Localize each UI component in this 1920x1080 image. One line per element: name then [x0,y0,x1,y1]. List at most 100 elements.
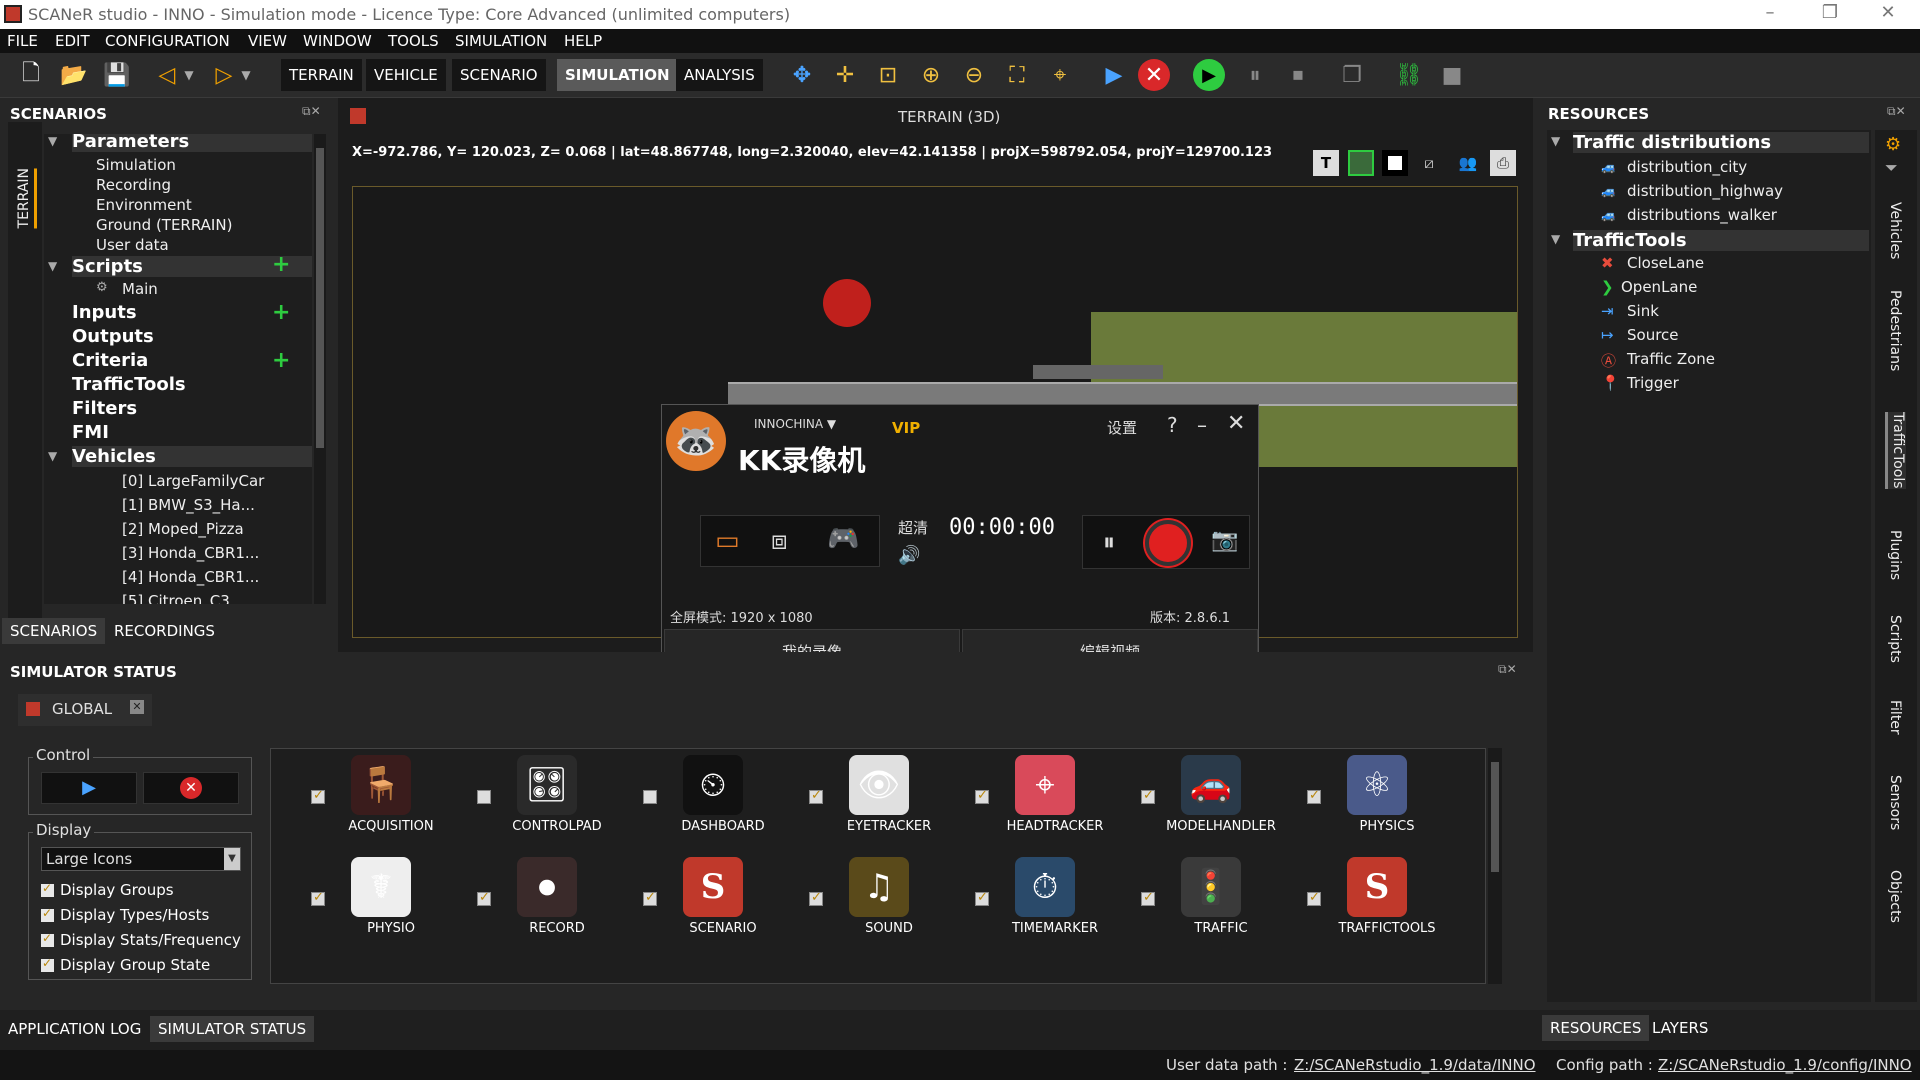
tree-vehicle-3[interactable]: [3] Honda_CBR1... [122,544,259,562]
module-sound[interactable]: ♫ SOUND [809,857,969,957]
module-record[interactable]: ⏺ RECORD [477,857,637,957]
panel-float-icon[interactable]: ⧉✕ [302,104,321,119]
forward-dropdown-icon[interactable]: ▼ [237,57,255,93]
tree-script-main[interactable]: Main [122,280,158,298]
tree-sink[interactable]: Sink [1627,302,1659,320]
module-traffictools[interactable]: S TRAFFICTOOLS [1307,857,1467,957]
tree-inputs[interactable]: Inputs [72,302,137,323]
tree-traffic-distributions[interactable]: Traffic distributions [1573,132,1869,153]
module-controlpad[interactable]: 🎛 CONTROLPAD [477,755,637,855]
side-tab-objects[interactable]: Objects [1887,870,1903,923]
game-mode-icon[interactable]: 🎮 [827,524,859,554]
white-square-icon[interactable] [1382,150,1408,176]
module-traffic[interactable]: 🚦 TRAFFIC [1141,857,1301,957]
record-button[interactable] [1145,520,1191,566]
volume-icon[interactable]: 🔊 [898,545,920,566]
display-mode-select[interactable]: Large Icons ▼ [41,847,241,871]
expand-icon[interactable]: ▼ [48,449,57,463]
panel-float-icon[interactable]: ⧉✕ [1498,662,1517,677]
tree-criteria[interactable]: Criteria [72,350,148,371]
tree-vehicles[interactable]: Vehicles [72,446,312,467]
panel-float-icon[interactable]: ⧉✕ [1887,104,1906,119]
tree-trigger[interactable]: Trigger [1627,374,1679,392]
open-folder-icon[interactable]: 📂 [55,57,93,93]
tree-distributions-walker[interactable]: distributions_walker [1627,206,1777,224]
fullscreen-mode-icon[interactable]: ▭ [715,526,740,556]
save-icon[interactable]: 💾 [98,57,136,93]
tree-recording[interactable]: Recording [96,176,171,194]
kk-settings-button[interactable]: 设置 [1107,417,1137,438]
zoom-in-icon[interactable]: ⊕ [912,57,950,93]
module-physio[interactable]: ☤ PHYSIO [311,857,471,957]
menu-file[interactable]: FILE [7,32,38,50]
tree-distribution-city[interactable]: distribution_city [1627,158,1747,176]
play-blue-icon[interactable]: ▶ [1095,57,1133,93]
module-checkbox[interactable] [477,890,491,906]
mode-terrain-button[interactable]: TERRAIN [281,59,362,91]
funnel-icon[interactable]: ⏷ [1885,158,1898,178]
zoom-extent-icon[interactable]: ⛶ [998,57,1036,93]
move-icon[interactable]: ✛ [826,57,864,93]
kk-brand[interactable]: INNOCHINA ▼ [754,417,836,431]
module-checkbox[interactable] [809,890,823,906]
mode-simulation-button[interactable]: SIMULATION [557,59,678,91]
side-tab-pedestrians[interactable]: Pedestrians [1887,290,1903,371]
stop-icon[interactable]: ⏹ [1279,57,1317,93]
display-types-checkbox[interactable]: Display Types/Hosts [41,906,209,924]
tree-openlane[interactable]: OpenLane [1621,278,1697,296]
side-tab-traffictools[interactable]: TrafficTools [1885,412,1906,489]
expand-icon[interactable]: ▼ [1551,134,1560,148]
mode-scenario-button[interactable]: SCENARIO [452,59,546,91]
menu-window[interactable]: WINDOW [303,32,372,50]
tree-user-data[interactable]: User data [96,236,169,254]
tree-parameters[interactable]: Parameters [72,134,312,152]
close-icon[interactable]: ✕ [1868,2,1908,23]
module-modelhandler[interactable]: 🚗 MODELHANDLER [1141,755,1301,855]
tree-scrollbar[interactable] [314,134,326,604]
module-scenario[interactable]: S SCENARIO [643,857,803,957]
tree-vehicle-4[interactable]: [4] Honda_CBR1... [122,568,259,586]
add-criteria-icon[interactable]: + [272,348,290,373]
expand-icon[interactable]: ▼ [1551,232,1560,246]
side-tab-plugins[interactable]: Plugins [1887,530,1903,580]
tab-scenarios[interactable]: SCENARIOS [2,618,106,644]
green-layer-icon[interactable] [1348,150,1374,176]
add-input-icon[interactable]: + [272,300,290,325]
tree-source[interactable]: Source [1627,326,1679,344]
tab-application-log[interactable]: APPLICATION LOG [0,1016,149,1042]
tree-closelane[interactable]: CloseLane [1627,254,1704,272]
tree-traffictools-group[interactable]: TrafficTools [1573,230,1869,251]
tab-simulator-status[interactable]: SIMULATOR STATUS [150,1016,315,1042]
module-checkbox[interactable] [1307,890,1321,906]
tree-traffictools[interactable]: TrafficTools [72,374,186,395]
tree-vehicle-0[interactable]: [0] LargeFamilyCar [122,472,264,490]
tab-recordings[interactable]: RECORDINGS [106,618,223,644]
zoom-out-icon[interactable]: ⊖ [955,57,993,93]
vip-badge[interactable]: VIP [892,419,920,437]
module-checkbox[interactable] [1141,788,1155,804]
tree-vehicle-5[interactable]: [5] Citroen_C3... [122,592,244,604]
menu-simulation[interactable]: SIMULATION [455,32,547,50]
display-group-state-checkbox[interactable]: Display Group State [41,956,210,974]
tree-outputs[interactable]: Outputs [72,326,154,347]
window-mode-icon[interactable]: ⧈ [771,526,788,557]
kk-help-button[interactable]: ? [1167,413,1178,437]
pause-icon[interactable]: ⏸ [1236,57,1274,93]
display-groups-checkbox[interactable]: Display Groups [41,881,174,899]
module-physics[interactable]: ⚛ PHYSICS [1307,755,1467,855]
people-icon[interactable]: 👥 [1455,150,1481,176]
close-tab-icon[interactable]: ✕ [130,700,144,714]
pan-arrows-icon[interactable]: ✥ [783,57,821,93]
start-simulation-button[interactable]: ▶ [41,772,137,804]
menu-configuration[interactable]: CONFIGURATION [105,32,230,50]
menu-tools[interactable]: TOOLS [388,32,439,50]
tab-resources[interactable]: RESOURCES [1542,1015,1650,1041]
tree-fmi[interactable]: FMI [72,422,109,443]
module-checkbox[interactable] [975,788,989,804]
tree-ground[interactable]: Ground (TERRAIN) [96,216,232,234]
text-toggle-button[interactable]: T [1313,150,1339,176]
zoom-fit-icon[interactable]: ⊡ [869,57,907,93]
module-checkbox[interactable] [809,788,823,804]
user-data-path-link[interactable]: Z:/SCANeRstudio_1.9/data/INNO [1294,1056,1536,1074]
run-green-icon[interactable]: ▶ [1193,59,1225,91]
